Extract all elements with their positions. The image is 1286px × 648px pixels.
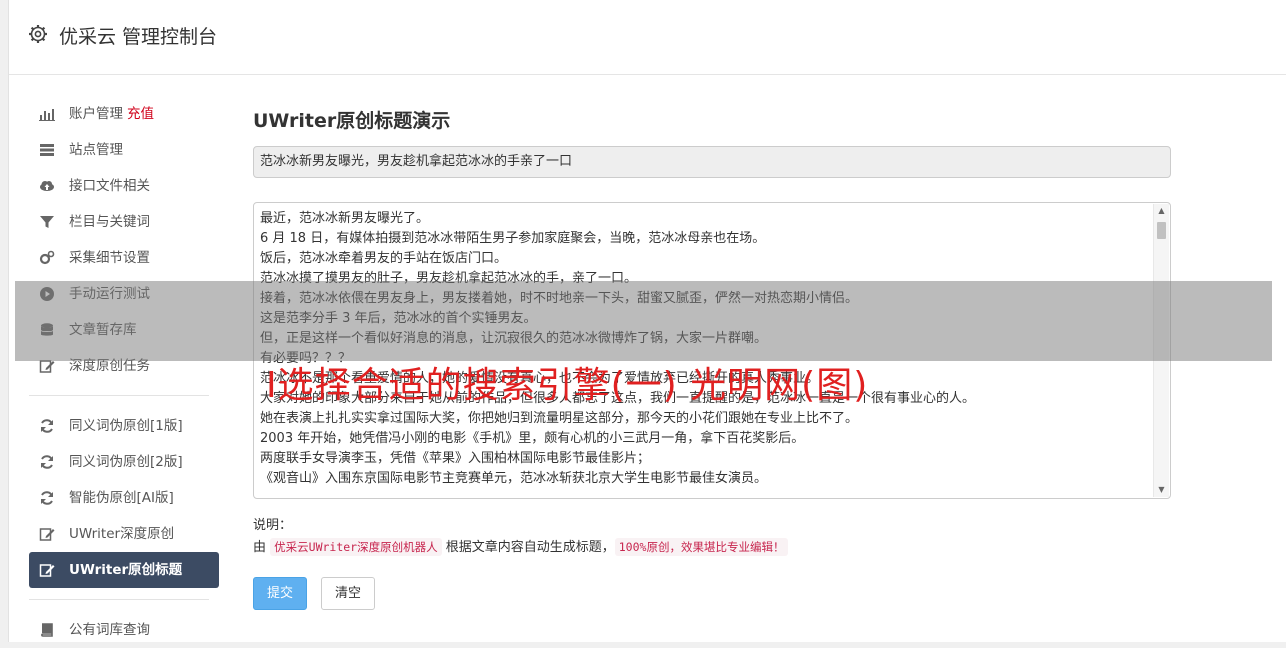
sidebar-item-group1-1[interactable]: 站点管理 <box>29 132 219 168</box>
sidebar-item-group1-2[interactable]: 接口文件相关 <box>29 168 219 204</box>
generated-title-field[interactable]: 范冰冰新男友曝光，男友趁机拿起范冰冰的手亲了一口 <box>253 146 1171 178</box>
sidebar-item-label: UWriter原创标题 <box>69 562 183 578</box>
refresh-icon <box>39 418 55 434</box>
filter-icon <box>39 214 55 230</box>
sidebar-item-label: 智能伪原创[AI版] <box>69 490 174 506</box>
edit-icon <box>39 562 55 578</box>
scroll-up-icon[interactable]: ▲ <box>1154 204 1169 218</box>
page-title: UWriter原创标题演示 <box>253 110 451 132</box>
sidebar-item-label: 接口文件相关 <box>69 178 150 194</box>
scroll-thumb[interactable] <box>1157 222 1166 239</box>
sidebar-item-group1-0[interactable]: 账户管理 充值 <box>29 96 219 132</box>
sidebar-item-group2-0[interactable]: 同义词伪原创[1版] <box>29 408 219 444</box>
sidebar-item-group2-3[interactable]: UWriter深度原创 <box>29 516 219 552</box>
sidebar-item-group2-1[interactable]: 同义词伪原创[2版] <box>29 444 219 480</box>
article-line: 2003 年开始，她凭借冯小刚的电影《手机》里，颇有心机的小三武月一角，拿下百花… <box>260 431 805 446</box>
article-line: 最近，范冰冰新男友曝光了。 <box>260 211 430 226</box>
cloud-upload-icon <box>39 178 55 194</box>
sidebar-item-label: 站点管理 <box>69 142 123 158</box>
sidebar-item-label: 账户管理 <box>69 106 123 122</box>
article-line: 《观音山》入围东京国际电影节主竞赛单元，范冰冰斩获北京大学生电影节最佳女演员。 <box>260 471 768 486</box>
scroll-down-icon[interactable]: ▼ <box>1154 483 1169 497</box>
server-icon <box>39 142 55 158</box>
top-bar: 优采云 管理控制台 <box>9 0 1286 75</box>
app-title: 优采云 管理控制台 <box>59 26 218 48</box>
sidebar-item-label: 同义词伪原创[1版] <box>69 418 183 434</box>
overlay-banner <box>15 281 1272 361</box>
refresh-icon <box>39 454 55 470</box>
refresh-icon <box>39 490 55 506</box>
note-highlight: 100%原创，效果堪比专业编辑！ <box>614 538 789 556</box>
note-middle: 根据文章内容自动生成标题， <box>441 540 615 555</box>
article-line: 两度联手女导演李玉，凭借《苹果》入围柏林国际电影节最佳影片； <box>260 451 651 466</box>
sidebar-divider <box>29 599 209 600</box>
gear-icon <box>28 24 48 44</box>
recharge-link[interactable]: 充值 <box>127 106 154 122</box>
sidebar-item-group1-3[interactable]: 栏目与关键词 <box>29 204 219 240</box>
note-text: 由 优采云UWriter深度原创机器人 根据文章内容自动生成标题， 100%原创，… <box>253 536 789 556</box>
sidebar: 账户管理充值站点管理接口文件相关栏目与关键词采集细节设置手动运行测试文章暂存库深… <box>29 96 219 648</box>
edit-icon <box>39 526 55 542</box>
article-line: 她在表演上扎扎实实拿过国际大奖，你把她归到流量明星这部分，那今天的小花们跟她在专… <box>260 411 859 426</box>
sidebar-item-label: 同义词伪原创[2版] <box>69 454 183 470</box>
article-line: 饭后，范冰冰牵着男友的手站在饭店门口。 <box>260 251 508 266</box>
sidebar-item-group1-4[interactable]: 采集细节设置 <box>29 240 219 276</box>
sidebar-item-group3-0[interactable]: 公有词库查询 <box>29 612 219 648</box>
sidebar-item-label: 公有词库查询 <box>69 622 150 638</box>
sidebar-item-label: 采集细节设置 <box>69 250 150 266</box>
sidebar-item-group2-4[interactable]: UWriter原创标题 <box>29 552 219 588</box>
note-label: 说明： <box>253 518 293 533</box>
gears-icon <box>39 250 55 266</box>
overlay-text: I选择合适的搜索引擎(一) 光明网(图) <box>266 365 869 406</box>
article-line: 6 月 18 日，有媒体拍摄到范冰冰带陌生男子参加家庭聚会，当晚，范冰冰母亲也在… <box>260 231 766 246</box>
sidebar-item-group2-2[interactable]: 智能伪原创[AI版] <box>29 480 219 516</box>
sidebar-item-label: UWriter深度原创 <box>69 526 175 542</box>
note-prefix: 由 <box>253 540 271 555</box>
sidebar-item-label: 栏目与关键词 <box>69 214 150 230</box>
note-link: 优采云UWriter深度原创机器人 <box>270 538 442 556</box>
book-icon <box>39 622 55 638</box>
clear-button[interactable]: 清空 <box>321 577 375 610</box>
sidebar-divider <box>29 395 209 396</box>
bar-chart-icon <box>39 106 55 122</box>
submit-button[interactable]: 提交 <box>253 577 307 610</box>
